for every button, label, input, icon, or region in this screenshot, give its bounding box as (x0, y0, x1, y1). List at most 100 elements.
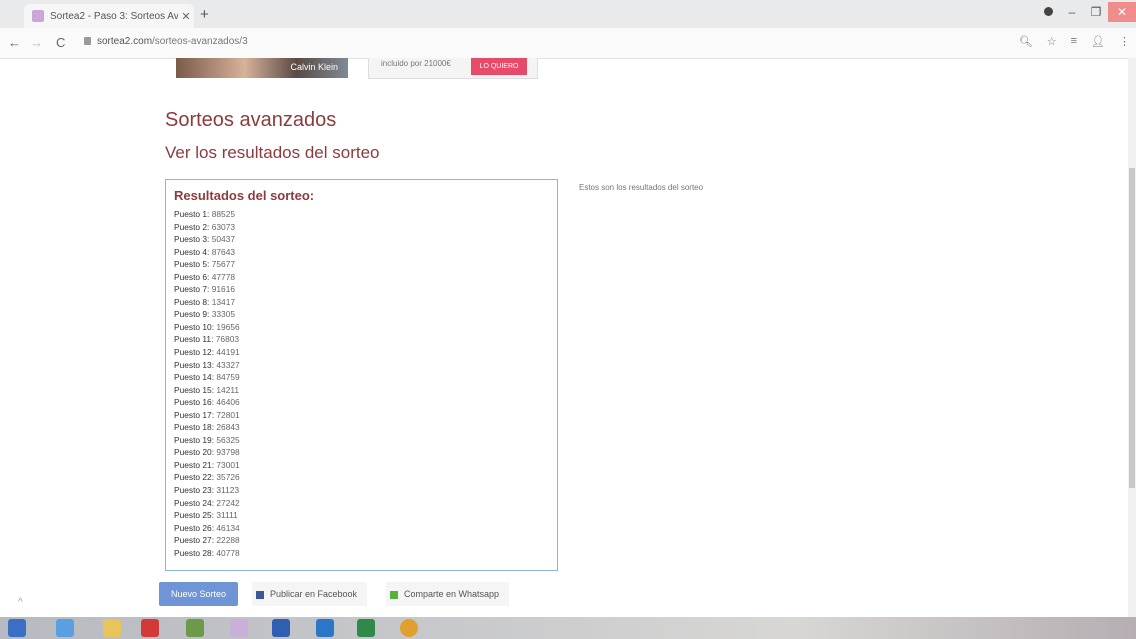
excel-icon[interactable] (357, 619, 375, 637)
result-position-label: Puesto 13: (174, 359, 215, 370)
results-panel: Resultados del sorteo: Puesto 1: 88525 Pu… (165, 179, 558, 571)
browser-tab[interactable]: Sortea2 - Paso 3: Sorteos Avanz ✕ (24, 4, 194, 28)
share-facebook-label: Publicar en Facebook (270, 589, 358, 599)
reload-icon[interactable]: C (56, 35, 65, 50)
start-button-icon[interactable] (8, 619, 26, 637)
result-item: Puesto 25: 31111 (174, 509, 240, 522)
result-item: Puesto 18: 26843 (174, 421, 240, 434)
ad-brand: Calvin Klein (290, 62, 338, 72)
result-item: Puesto 11: 76803 (174, 333, 240, 346)
result-number: 27242 (216, 497, 240, 508)
result-number: 46134 (216, 522, 240, 533)
outlook-icon[interactable] (316, 619, 334, 637)
scrollbar-thumb[interactable] (1129, 168, 1135, 488)
ad-banner-right[interactable]: incluido por 21000€ LO QUIERO (368, 58, 538, 79)
bookmark-star-icon[interactable]: ☆ (1047, 35, 1057, 48)
result-position-label: Puesto 2: (174, 221, 210, 232)
result-number: 47778 (211, 271, 236, 282)
file-explorer-icon[interactable] (103, 619, 121, 637)
result-position-label: Puesto 25: (174, 510, 215, 521)
result-item: Puesto 1: 88525 (174, 208, 240, 221)
result-item: Puesto 3: 50437 (174, 233, 240, 246)
chevron-up-icon[interactable]: ^ (18, 597, 23, 608)
result-item: Puesto 10: 19656 (174, 321, 240, 334)
result-item: Puesto 22: 35726 (174, 471, 240, 484)
share-whatsapp-button[interactable]: Comparte en Whatsapp (386, 582, 510, 606)
window-controls: – ❐ ✕ (1036, 0, 1136, 24)
ad-offer-text: incluido por 21000€ (381, 59, 451, 68)
url-host: sortea2.com (97, 36, 153, 47)
zoom-icon[interactable]: 🔍︎ (1019, 35, 1033, 48)
new-draw-button[interactable]: Nuevo Sorteo (159, 582, 238, 606)
result-number: 73001 (216, 459, 240, 470)
result-number: 31123 (216, 485, 240, 496)
browser-toolbar: ← → C sortea2.com/sorteos-avanzados/3 🔍︎… (0, 28, 1136, 59)
profile-icon[interactable] (1036, 5, 1060, 19)
page-scrollbar[interactable] (1128, 58, 1136, 617)
result-number: 46406 (216, 397, 240, 408)
result-position-label: Puesto 5: (174, 259, 210, 270)
page-title: Sorteos avanzados (165, 109, 337, 131)
result-position-label: Puesto 1: (174, 209, 210, 219)
result-position-label: Puesto 18: (174, 422, 215, 433)
result-position-label: Puesto 27: (174, 535, 215, 546)
ad-cta-button[interactable]: LO QUIERO (471, 58, 527, 75)
result-number: 14211 (216, 384, 240, 395)
menu-kebab-icon[interactable]: ⋮ (1119, 35, 1130, 48)
result-position-label: Puesto 21: (174, 459, 215, 470)
acrobat-icon[interactable] (141, 619, 159, 637)
internet-explorer-icon[interactable] (56, 619, 74, 637)
result-item: Puesto 21: 73001 (174, 459, 240, 472)
result-number: 35726 (216, 472, 240, 483)
result-number: 44191 (216, 347, 240, 358)
result-position-label: Puesto 12: (174, 347, 215, 358)
result-number: 91616 (211, 284, 236, 295)
result-item: Puesto 13: 43327 (174, 359, 240, 372)
result-position-label: Puesto 4: (174, 246, 210, 257)
ad-banner-left[interactable]: Calvin Klein (176, 58, 348, 78)
result-position-label: Puesto 10: (174, 321, 215, 332)
result-number: 31111 (216, 510, 238, 521)
result-item: Puesto 20: 93798 (174, 446, 240, 459)
facebook-icon (256, 590, 264, 599)
back-icon[interactable]: ← (8, 35, 21, 50)
result-position-label: Puesto 28: (174, 547, 215, 558)
result-position-label: Puesto 9: (174, 309, 210, 320)
address-bar[interactable]: sortea2.com/sorteos-avanzados/3 (84, 36, 248, 47)
result-item: Puesto 7: 91616 (174, 283, 240, 296)
result-number: 72801 (216, 409, 240, 420)
result-position-label: Puesto 20: (174, 447, 215, 458)
result-item: Puesto 15: 14211 (174, 384, 240, 397)
result-position-label: Puesto 16: (174, 397, 215, 408)
search-app-icon[interactable] (230, 619, 248, 637)
tab-title: Sortea2 - Paso 3: Sorteos Avanz (50, 10, 178, 22)
word-icon[interactable] (272, 619, 290, 637)
result-item: Puesto 16: 46406 (174, 396, 240, 409)
result-position-label: Puesto 26: (174, 522, 215, 533)
reading-list-icon[interactable]: ≡ (1071, 35, 1077, 48)
tab-close-icon[interactable]: ✕ (178, 10, 194, 23)
result-item: Puesto 28: 40778 (174, 547, 240, 560)
share-whatsapp-label: Comparte en Whatsapp (404, 589, 500, 599)
forward-icon[interactable]: → (30, 35, 43, 50)
result-position-label: Puesto 23: (174, 485, 215, 496)
result-number: 43327 (216, 359, 240, 370)
result-number: 93798 (216, 447, 240, 458)
chrome-icon[interactable] (400, 619, 418, 637)
result-position-label: Puesto 24: (174, 497, 215, 508)
result-position-label: Puesto 3: (174, 234, 210, 245)
share-facebook-button[interactable]: Publicar en Facebook (252, 582, 368, 606)
account-icon[interactable]: 👤︎ (1091, 35, 1105, 48)
url-path: /sorteos-avanzados/3 (152, 36, 248, 47)
result-number: 40778 (216, 547, 240, 558)
result-number: 50437 (211, 234, 236, 245)
restore-icon[interactable]: ❐ (1084, 5, 1108, 19)
minimize-icon[interactable]: – (1060, 5, 1084, 19)
result-position-label: Puesto 19: (174, 434, 215, 445)
result-item: Puesto 6: 47778 (174, 271, 240, 284)
result-position-label: Puesto 17: (174, 409, 215, 420)
close-window-icon[interactable]: ✕ (1108, 2, 1136, 22)
new-tab-icon[interactable]: + (200, 6, 209, 23)
result-number: 22288 (216, 535, 240, 546)
calculator-icon[interactable] (186, 619, 204, 637)
